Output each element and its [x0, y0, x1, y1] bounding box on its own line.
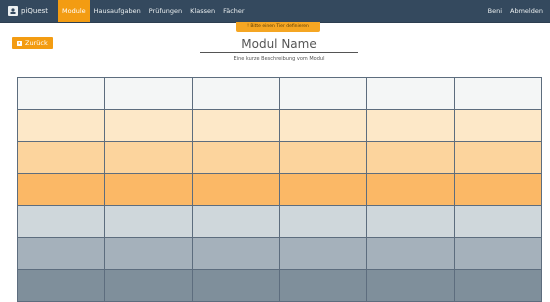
- grid-cell[interactable]: [191, 77, 280, 110]
- grid-row: [16, 205, 543, 238]
- user-nav: Beni Abmelden: [484, 0, 547, 22]
- grid-cell[interactable]: [278, 269, 368, 302]
- grid-cell[interactable]: [366, 77, 455, 110]
- grid-cell[interactable]: [104, 109, 193, 142]
- grid-cell[interactable]: [191, 269, 280, 302]
- grid-cell[interactable]: [16, 77, 106, 110]
- grid-cell[interactable]: [453, 237, 543, 270]
- brand-name: piQuest: [21, 7, 49, 15]
- grid-cell[interactable]: [453, 269, 543, 302]
- grid-cell[interactable]: [104, 237, 193, 270]
- main-nav: Module Hausaufgaben Prüfungen Klassen Fä…: [58, 0, 249, 22]
- grid-cell[interactable]: [104, 77, 193, 110]
- module-description: Eine kurze Beschreibung vom Modul: [233, 56, 325, 62]
- nav-item-module[interactable]: Module: [58, 0, 90, 22]
- grid-cell[interactable]: [16, 173, 106, 206]
- grid-cell[interactable]: [104, 205, 193, 238]
- grid-row: [16, 173, 543, 206]
- nav-item-pruefungen[interactable]: Prüfungen: [145, 0, 186, 22]
- module-grid: [16, 77, 543, 302]
- grid-cell[interactable]: [366, 109, 455, 142]
- grid-cell[interactable]: [366, 269, 455, 302]
- grid-cell[interactable]: [191, 205, 280, 238]
- grid-row: [16, 141, 543, 174]
- grid-cell[interactable]: [453, 173, 543, 206]
- grid-cell[interactable]: [191, 141, 280, 174]
- grid-cell[interactable]: [453, 109, 543, 142]
- grid-cell[interactable]: [278, 173, 368, 206]
- grid-cell[interactable]: [278, 77, 368, 110]
- grid-cell[interactable]: [191, 173, 280, 206]
- grid-cell[interactable]: [278, 237, 368, 270]
- grid-cell[interactable]: [278, 141, 368, 174]
- grid-cell[interactable]: [366, 141, 455, 174]
- grid-cell[interactable]: [278, 205, 368, 238]
- warning-alert: ! Bitte einen Tier definieren: [236, 22, 320, 32]
- grid-cell[interactable]: [104, 141, 193, 174]
- grid-cell[interactable]: [16, 141, 106, 174]
- top-navbar: piQuest Module Hausaufgaben Prüfungen Kl…: [0, 0, 550, 23]
- nav-item-faecher[interactable]: Fächer: [219, 0, 249, 22]
- grid-cell[interactable]: [366, 205, 455, 238]
- back-button-label: Zurück: [25, 39, 48, 47]
- grid-cell[interactable]: [453, 77, 543, 110]
- grid-cell[interactable]: [104, 269, 193, 302]
- grid-cell[interactable]: [16, 237, 106, 270]
- grid-cell[interactable]: [191, 237, 280, 270]
- grid-cell[interactable]: [366, 237, 455, 270]
- grid-cell[interactable]: [16, 269, 106, 302]
- nav-item-klassen[interactable]: Klassen: [186, 0, 219, 22]
- grid-row: [16, 109, 543, 142]
- logo-icon: [8, 6, 18, 16]
- grid-row: [16, 237, 543, 270]
- grid-cell[interactable]: [16, 109, 106, 142]
- grid-cell[interactable]: [191, 109, 280, 142]
- grid-row: [16, 77, 543, 110]
- grid-cell[interactable]: [453, 141, 543, 174]
- grid-cell[interactable]: [278, 109, 368, 142]
- back-arrow-icon: [17, 40, 22, 46]
- grid-cell[interactable]: [16, 205, 106, 238]
- grid-row: [16, 269, 543, 302]
- brand[interactable]: piQuest: [8, 4, 48, 18]
- user-name-link[interactable]: Beni: [484, 0, 506, 22]
- module-title: Modul Name: [200, 36, 358, 53]
- grid-cell[interactable]: [104, 173, 193, 206]
- logout-link[interactable]: Abmelden: [506, 0, 547, 22]
- back-button[interactable]: Zurück: [12, 37, 53, 49]
- grid-cell[interactable]: [453, 205, 543, 238]
- nav-item-hausaufgaben[interactable]: Hausaufgaben: [90, 0, 145, 22]
- grid-cell[interactable]: [366, 173, 455, 206]
